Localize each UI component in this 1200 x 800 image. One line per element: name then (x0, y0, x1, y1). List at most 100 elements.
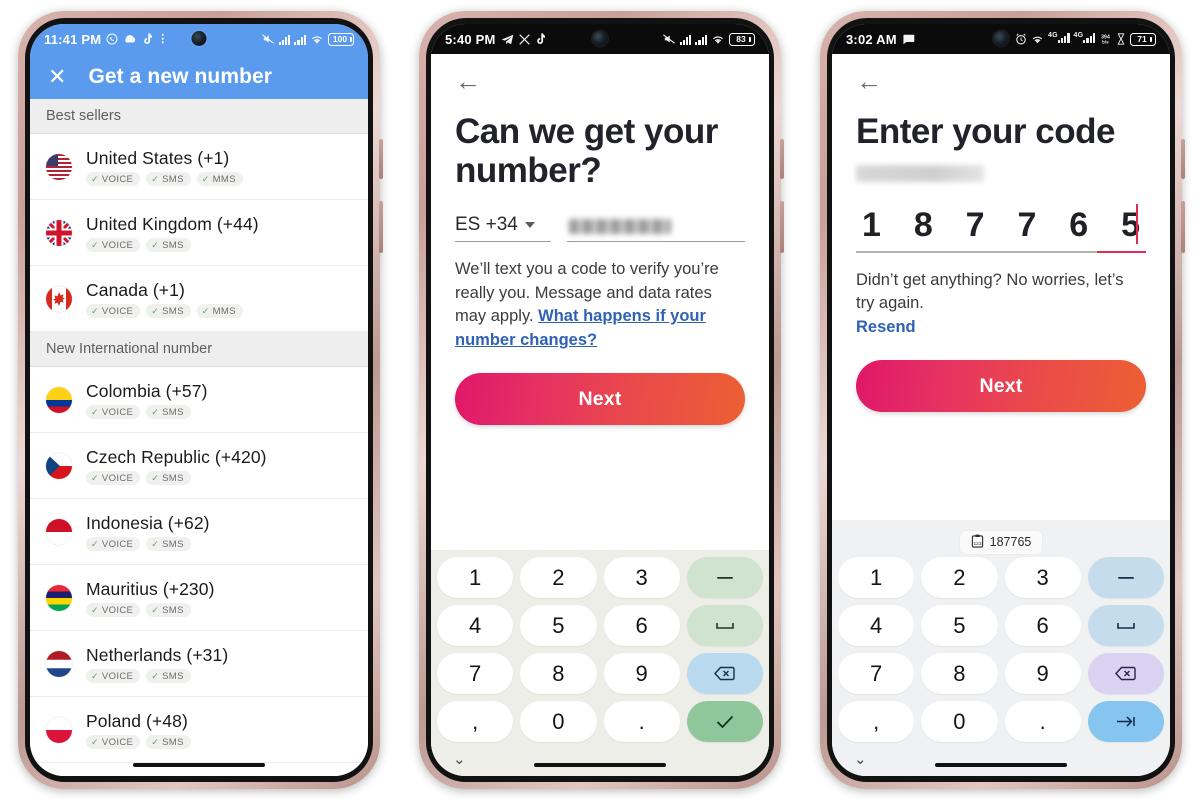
key-6[interactable]: 6 (1004, 605, 1081, 646)
collapse-keyboard-icon[interactable]: ⌄ (854, 752, 867, 767)
section-header-new-international: New International number (30, 332, 368, 367)
key-0[interactable]: 0 (520, 701, 597, 742)
key-period[interactable]: . (603, 701, 680, 742)
numeric-keyboard[interactable]: 123 187765 1 2 3 4 5 6 7 8 9 , 0 . ⌄ (832, 520, 1170, 776)
volume-button[interactable] (1181, 139, 1185, 179)
redacted-phone-number (569, 219, 671, 235)
minus-key[interactable] (686, 557, 763, 598)
space-key[interactable] (1087, 605, 1164, 646)
chip-voice: ✓ VOICE (86, 471, 141, 485)
country-info: United States (+1) ✓ VOICE ✓ SMS ✓ MMS (86, 148, 243, 186)
feature-chips: ✓ VOICE ✓ SMS (86, 405, 208, 419)
backspace-key[interactable] (686, 653, 763, 694)
home-indicator[interactable] (133, 763, 265, 767)
phone-bezel: 11:41 PM ⋮ 100 ✕ Get a new number Best s… (25, 18, 373, 782)
country-info: Poland (+48) ✓ VOICE ✓ SMS (86, 711, 191, 749)
list-item-united-states[interactable]: United States (+1) ✓ VOICE ✓ SMS ✓ MMS (30, 134, 368, 200)
chevron-down-icon (524, 222, 535, 229)
key-8[interactable]: 8 (520, 653, 597, 694)
confirm-key[interactable] (686, 701, 763, 742)
code-input[interactable]: 1 8 7 7 6 5 (856, 204, 1146, 253)
status-bar-right: 100 (261, 32, 354, 46)
status-bar: 5:40 PM 83 (431, 24, 769, 54)
list-item-mauritius[interactable]: Mauritius (+230) ✓ VOICE ✓ SMS (30, 565, 368, 631)
power-button[interactable] (780, 201, 784, 253)
key-4[interactable]: 4 (838, 605, 915, 646)
battery-indicator: 71 (1130, 32, 1156, 46)
x-icon (518, 33, 530, 45)
list-item-canada[interactable]: Canada (+1) ✓ VOICE ✓ SMS ✓ MMS (30, 266, 368, 332)
phone-bezel: 3:02 AM 4G 4G 394 b/s 71 ← Enter your co… (827, 18, 1175, 782)
next-button[interactable]: Next (856, 360, 1146, 413)
power-button[interactable] (379, 201, 383, 253)
key-comma[interactable]: , (437, 701, 514, 742)
list-item-poland[interactable]: Poland (+48) ✓ VOICE ✓ SMS (30, 697, 368, 763)
resend-link[interactable]: Resend (856, 318, 916, 336)
list-item-colombia[interactable]: Colombia (+57) ✓ VOICE ✓ SMS (30, 367, 368, 433)
list-item-indonesia[interactable]: Indonesia (+62) ✓ VOICE ✓ SMS (30, 499, 368, 565)
code-underline-active (1096, 251, 1146, 253)
check-icon: ✓ (151, 736, 160, 747)
back-arrow-icon[interactable]: ← (856, 68, 882, 94)
close-icon[interactable]: ✕ (48, 65, 66, 88)
country-code-value: ES +34 (455, 214, 518, 236)
key-period[interactable]: . (1004, 701, 1081, 742)
keyboard-rows: 1 2 3 4 5 6 7 8 9 , 0 . (838, 557, 1164, 742)
signal-2-icon (294, 34, 306, 45)
list-item-czech-republic[interactable]: Czech Republic (+420) ✓ VOICE ✓ SMS (30, 433, 368, 499)
key-4[interactable]: 4 (437, 605, 514, 646)
key-2[interactable]: 2 (520, 557, 597, 598)
country-list[interactable]: Best sellers United States (+1) ✓ VOICE ✓… (30, 99, 368, 776)
key-1[interactable]: 1 (838, 557, 915, 598)
key-3[interactable]: 3 (603, 557, 680, 598)
country-name: Czech Republic (+420) (86, 447, 267, 467)
key-9[interactable]: 9 (603, 653, 680, 694)
key-8[interactable]: 8 (921, 653, 998, 694)
key-3[interactable]: 3 (1004, 557, 1081, 598)
status-time: 5:40 PM (445, 31, 496, 47)
front-camera (191, 31, 207, 46)
check-icon: ✓ (91, 670, 99, 681)
key-0[interactable]: 0 (921, 701, 998, 742)
back-arrow-icon[interactable]: ← (455, 68, 481, 94)
power-button[interactable] (1181, 201, 1185, 253)
collapse-keyboard-icon[interactable]: ⌄ (453, 752, 466, 767)
telegram-icon (501, 34, 514, 45)
minus-key[interactable] (1087, 557, 1164, 598)
list-item-netherlands[interactable]: Netherlands (+31) ✓ VOICE ✓ SMS (30, 631, 368, 697)
key-comma[interactable]: , (838, 701, 915, 742)
country-info: Czech Republic (+420) ✓ VOICE ✓ SMS (86, 447, 267, 485)
phone-number-input[interactable] (567, 212, 745, 243)
home-indicator[interactable] (935, 763, 1067, 767)
home-indicator[interactable] (534, 763, 666, 767)
key-2[interactable]: 2 (921, 557, 998, 598)
key-6[interactable]: 6 (603, 605, 680, 646)
more-icon: ⋮ (157, 32, 169, 45)
key-7[interactable]: 7 (838, 653, 915, 694)
svg-text:b/s: b/s (1102, 39, 1109, 44)
hourglass-icon (1116, 33, 1126, 45)
next-button[interactable]: Next (455, 373, 745, 426)
status-bar-right: 4G 4G 394 b/s 71 (1015, 32, 1156, 46)
tiktok-icon (535, 33, 545, 45)
key-5[interactable]: 5 (520, 605, 597, 646)
check-icon: ✓ (201, 305, 210, 316)
key-1[interactable]: 1 (437, 557, 514, 598)
resend-explainer: Didn’t get anything? No worries, let’s t… (856, 269, 1146, 339)
backspace-key[interactable] (1087, 653, 1164, 694)
keyboard-row: 1 2 3 (838, 557, 1164, 598)
key-7[interactable]: 7 (437, 653, 514, 694)
key-5[interactable]: 5 (921, 605, 998, 646)
flag-cz-icon (46, 453, 72, 479)
list-item-united-kingdom[interactable]: United Kingdom (+44) ✓ VOICE ✓ SMS (30, 200, 368, 266)
tab-key[interactable] (1087, 701, 1164, 742)
key-9[interactable]: 9 (1004, 653, 1081, 694)
space-key[interactable] (686, 605, 763, 646)
svg-text:123: 123 (973, 541, 981, 547)
check-icon: ✓ (91, 305, 99, 316)
volume-button[interactable] (780, 139, 784, 179)
clipboard-suggestion[interactable]: 123 187765 (959, 530, 1043, 554)
volume-button[interactable] (379, 139, 383, 179)
numeric-keyboard[interactable]: 1 2 3 4 5 6 7 8 9 , 0 . ⌄ (431, 550, 769, 776)
country-code-select[interactable]: ES +34 (455, 214, 551, 243)
